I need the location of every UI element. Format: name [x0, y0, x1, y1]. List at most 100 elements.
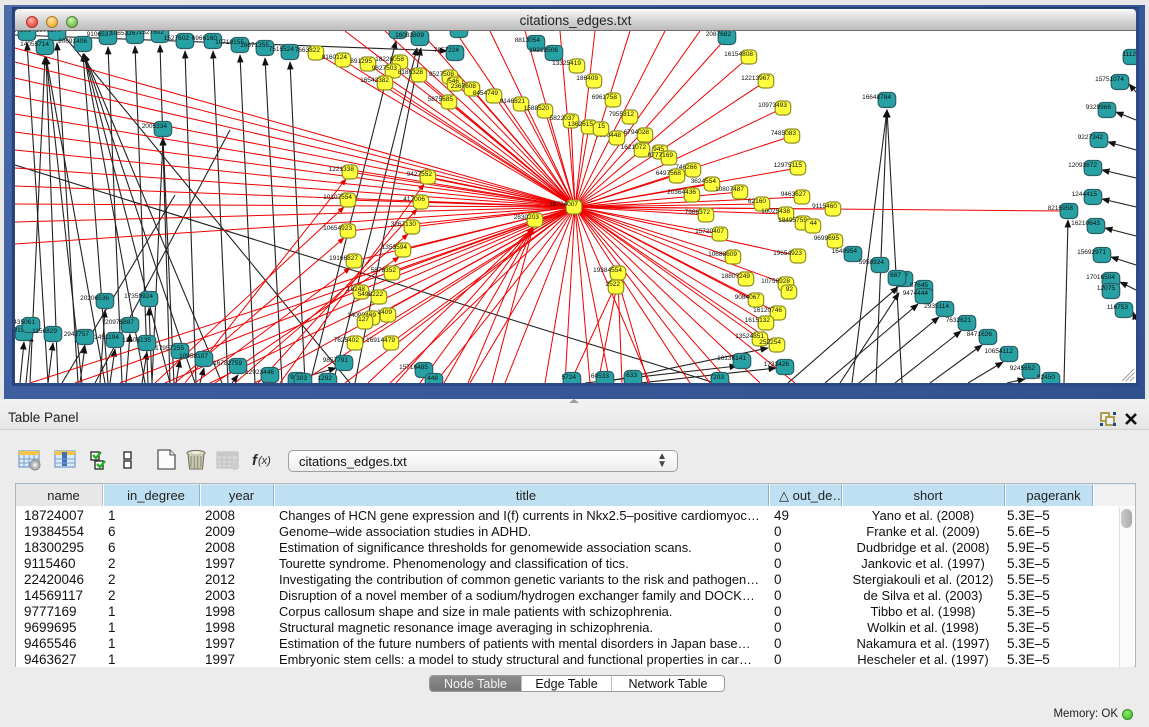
svg-text:19654923: 19654923 [773, 250, 802, 257]
svg-text:5724: 5724 [562, 374, 577, 381]
svg-text:303: 303 [296, 375, 307, 382]
svg-text:16120746: 16120746 [753, 307, 782, 314]
svg-text:10756928: 10756928 [761, 278, 790, 285]
svg-text:116753: 116753 [1107, 304, 1129, 311]
svg-text:2935114: 2935114 [924, 303, 949, 310]
svg-text:252254: 252254 [759, 339, 781, 346]
svg-text:1353594: 1353594 [382, 244, 408, 251]
svg-text:1292: 1292 [318, 375, 333, 382]
svg-text:16136141: 16136141 [717, 355, 746, 362]
svg-text:19384554: 19384554 [593, 267, 622, 274]
svg-text:18807249: 18807249 [721, 273, 750, 280]
svg-text:13325419: 13325419 [552, 60, 581, 67]
svg-text:8215958: 8215958 [1048, 205, 1074, 212]
svg-text:1621072: 1621072 [621, 144, 647, 151]
svg-text:1451194: 1451194 [94, 334, 119, 341]
svg-text:1306170: 1306170 [36, 31, 62, 34]
svg-text:62160: 62160 [748, 198, 766, 205]
svg-text:16210643: 16210643 [1071, 220, 1100, 227]
svg-text:1156829: 1156829 [32, 328, 57, 335]
svg-text:1221338: 1221338 [329, 166, 355, 173]
svg-text:10958107: 10958107 [179, 353, 208, 360]
svg-text:60533: 60533 [591, 373, 609, 380]
svg-text:2005334: 2005334 [142, 123, 168, 130]
svg-text:(x): (x) [258, 455, 271, 467]
svg-text:6497568: 6497568 [656, 170, 682, 177]
svg-text:9699695: 9699695 [814, 235, 840, 242]
svg-text:18226058: 18226058 [375, 56, 404, 63]
svg-text:435061: 435061 [15, 319, 35, 326]
svg-text:92: 92 [786, 286, 794, 293]
svg-text:8160124: 8160124 [322, 54, 348, 61]
svg-text:2942757: 2942757 [64, 331, 90, 338]
svg-text:1588520: 1588520 [524, 105, 550, 112]
svg-text:17359924: 17359924 [124, 293, 153, 300]
svg-text:7986372: 7986372 [685, 209, 711, 216]
svg-text:1244415: 1244415 [1072, 191, 1098, 198]
svg-text:9245652: 9245652 [1010, 365, 1036, 372]
svg-text:448: 448 [427, 375, 438, 382]
svg-text:18724007: 18724007 [549, 201, 578, 208]
svg-text:7632621: 7632621 [946, 317, 972, 324]
svg-text:16914479: 16914479 [366, 337, 395, 344]
svg-text:15: 15 [598, 123, 606, 130]
svg-text:9827503: 9827503 [372, 65, 398, 72]
svg-text:16543382: 16543382 [360, 77, 389, 84]
svg-text:1112: 1112 [1123, 51, 1137, 58]
svg-text:10688609: 10688609 [708, 251, 737, 258]
svg-text:16782759: 16782759 [213, 360, 242, 367]
svg-text:12075: 12075 [1097, 285, 1115, 292]
svg-text:10654923: 10654923 [323, 225, 352, 232]
svg-text:7485083: 7485083 [771, 130, 797, 137]
svg-text:5498222: 5498222 [358, 291, 384, 298]
svg-text:10973493: 10973493 [758, 102, 787, 109]
svg-text:5878352: 5878352 [371, 267, 397, 274]
svg-text:10653267: 10653267 [110, 31, 139, 37]
svg-text:12923446: 12923446 [245, 369, 274, 376]
svg-text:20691406: 20691406 [58, 38, 87, 45]
svg-text:9329966: 9329966 [1086, 104, 1112, 111]
svg-text:7663822: 7663822 [295, 47, 321, 54]
svg-text:15751074: 15751074 [1095, 76, 1124, 83]
svg-text:891295: 891295 [350, 58, 372, 65]
svg-text:6961758: 6961758 [592, 94, 618, 101]
svg-text:6966160: 6966160 [192, 35, 218, 42]
svg-text:9106537: 9106537 [87, 31, 113, 38]
svg-text:9084067: 9084067 [735, 294, 761, 301]
svg-text:7515524: 7515524 [269, 46, 295, 53]
svg-text:2522: 2522 [606, 281, 621, 288]
svg-text:687: 687 [890, 272, 901, 279]
svg-text:16671355: 16671355 [240, 42, 269, 49]
svg-text:15720407: 15720407 [695, 228, 724, 235]
svg-text:2830203: 2830203 [514, 214, 540, 221]
svg-text:8186328: 8186328 [398, 69, 424, 76]
svg-text:5958924: 5958924 [859, 259, 885, 266]
svg-text:16033809: 16033809 [395, 32, 424, 39]
svg-text:3267130: 3267130 [391, 221, 417, 228]
svg-text:16648784: 16648784 [862, 94, 891, 101]
svg-text:7203: 7203 [710, 374, 725, 381]
svg-text:17957255: 17957255 [155, 345, 184, 352]
svg-text:10025438: 10025438 [761, 208, 790, 215]
svg-text:9463627: 9463627 [781, 191, 807, 198]
svg-text:8454749: 8454749 [473, 90, 499, 97]
svg-text:186409: 186409 [576, 75, 598, 82]
svg-text:9474444: 9474444 [903, 290, 929, 297]
svg-text:12975115: 12975115 [774, 162, 803, 169]
svg-text:633: 633 [626, 372, 637, 379]
svg-text:9777169: 9777169 [648, 152, 674, 159]
svg-text:20364436: 20364436 [667, 189, 696, 196]
svg-text:92450: 92450 [1037, 374, 1055, 381]
svg-text:6794028: 6794028 [624, 129, 650, 136]
svg-text:12093872: 12093872 [1068, 162, 1097, 169]
svg-text:9115460: 9115460 [812, 203, 837, 210]
svg-text:12505135: 12505135 [122, 337, 151, 344]
svg-text:7955812: 7955812 [609, 111, 635, 118]
svg-text:20206536: 20206536 [80, 295, 109, 302]
svg-text:1362615: 1362615 [568, 121, 594, 128]
svg-text:10107554: 10107554 [323, 194, 352, 201]
svg-text:19218506: 19218506 [529, 47, 558, 54]
svg-text:18495759: 18495759 [778, 217, 807, 224]
svg-text:15716485: 15716485 [399, 364, 428, 371]
svg-text:9427552: 9427552 [407, 171, 433, 178]
